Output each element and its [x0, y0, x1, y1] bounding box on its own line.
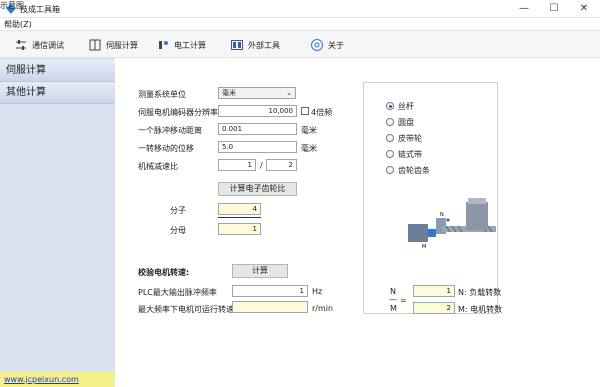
close-button[interactable]: ✕ — [570, 2, 598, 16]
ratio-label: 机械减速比 — [138, 162, 178, 171]
radio-rack-pinion[interactable] — [386, 166, 394, 174]
option-label: 丝杆 — [398, 102, 414, 111]
load-revs-label: N: 负载转数 — [458, 288, 502, 297]
motor-revs-label: M: 电机转数 — [458, 305, 503, 314]
diagram-title: 示意图 — [0, 1, 24, 10]
plc-freq-label: PLC最大输出脉冲频率 — [138, 288, 217, 297]
main-panel: 测量系统单位 毫米 ⌄ 伺服电机编码器分辨率 10,000 4倍频 一个脉冲移动… — [115, 58, 600, 387]
option-label: 齿轮齿条 — [398, 166, 430, 175]
sliders-icon — [16, 40, 26, 50]
unit-label: 测量系统单位 — [138, 90, 186, 99]
tool-label: 伺服计算 — [106, 40, 138, 50]
denominator-label: 分母 — [170, 226, 186, 235]
radio-belt-pulley[interactable] — [386, 134, 394, 142]
load-revs-output: 1 — [413, 285, 455, 297]
option-label: 皮带轮 — [398, 134, 422, 143]
ratio-m-label: M — [390, 304, 397, 313]
tool-electric-calc[interactable]: 电工计算 — [156, 37, 206, 53]
sidebar-item-servo[interactable]: 伺服计算 — [0, 60, 115, 82]
diagram-m-label: M — [422, 244, 426, 250]
denominator-output: 1 — [218, 223, 261, 235]
rev-distance-label: 一转移动的位移 — [138, 144, 194, 153]
pulse-distance-unit: 毫米 — [301, 126, 317, 135]
ratio-numerator-input[interactable]: 1 — [218, 159, 256, 171]
pulse-distance-label: 一个脉冲移动距离 — [138, 126, 202, 135]
ball-screw-diagram: N M — [408, 198, 496, 250]
unit-select-value: 毫米 — [222, 89, 236, 97]
plc-freq-unit: Hz — [312, 287, 323, 296]
pulse-distance-input[interactable]: 0.001 — [218, 123, 297, 135]
radio-chain-belt[interactable] — [386, 150, 394, 158]
tool-label: 通信调试 — [32, 40, 64, 50]
power-icon — [159, 41, 168, 49]
menu-bar: 帮助(Z) — [0, 18, 600, 30]
verify-title: 校验电机转速: — [138, 268, 190, 277]
title-bar: 技成工具箱 — ☐ ✕ — [0, 0, 600, 18]
chevron-down-icon: ⌄ — [286, 89, 292, 97]
tool-label: 电工计算 — [174, 40, 206, 50]
ratio-separator: / — [260, 161, 263, 170]
rev-distance-unit: 毫米 — [301, 144, 317, 153]
encoder-label: 伺服电机编码器分辨率 — [138, 108, 218, 117]
footer: www.jcpeixun.com — [0, 372, 115, 387]
menu-help[interactable]: 帮助(Z) — [4, 19, 32, 30]
equals-sign: = — [400, 296, 407, 305]
at-icon — [311, 39, 323, 51]
website-link[interactable]: www.jcpeixun.com — [4, 375, 79, 384]
calc-gear-ratio-button[interactable]: 计算电子齿轮比 — [218, 182, 297, 196]
fraction-line — [218, 217, 261, 218]
max-speed-label: 最大频率下电机可运行转速 — [138, 305, 234, 314]
tool-servo-calc[interactable]: 伺服计算 — [88, 37, 138, 53]
minimize-button[interactable]: — — [510, 2, 538, 16]
tool-label: 关于 — [328, 40, 344, 50]
encoder-input[interactable]: 10,000 — [218, 105, 297, 117]
window-icon — [231, 40, 243, 50]
radio-disc[interactable] — [386, 118, 394, 126]
numerator-label: 分子 — [170, 206, 186, 215]
sidebar-item-other[interactable]: 其他计算 — [0, 82, 115, 104]
tool-about[interactable]: 关于 — [310, 37, 344, 53]
tool-label: 外部工具 — [248, 40, 280, 50]
diagram-n-label: N — [440, 212, 444, 218]
plc-freq-input[interactable]: 1 — [232, 285, 308, 297]
quad-label: 4倍频 — [311, 108, 333, 117]
sidebar: 伺服计算 其他计算 — [0, 58, 115, 372]
motor-revs-output: 2 — [413, 302, 455, 314]
book-icon — [89, 39, 101, 51]
rev-distance-input[interactable]: 5.0 — [218, 141, 297, 153]
numerator-output: 4 — [218, 203, 261, 215]
quad-checkbox[interactable] — [301, 107, 309, 115]
ratio-bar: — — [389, 295, 397, 304]
calc-button[interactable]: 计算 — [232, 264, 288, 278]
tool-comm-debug[interactable]: 通信调试 — [14, 37, 64, 53]
unit-select[interactable]: 毫米 ⌄ — [218, 87, 296, 99]
option-label: 链式带 — [398, 150, 422, 159]
max-speed-unit: r/min — [312, 304, 334, 313]
tool-external[interactable]: 外部工具 — [230, 37, 280, 53]
toolbar: 通信调试 伺服计算 电工计算 外部工具 关于 — [0, 30, 600, 58]
maximize-button[interactable]: ☐ — [540, 2, 568, 16]
option-label: 圆盘 — [398, 118, 414, 127]
radio-screw[interactable] — [386, 102, 394, 110]
max-speed-output — [232, 301, 308, 313]
window-title: 技成工具箱 — [20, 5, 60, 14]
ratio-denominator-input[interactable]: 2 — [266, 159, 297, 171]
